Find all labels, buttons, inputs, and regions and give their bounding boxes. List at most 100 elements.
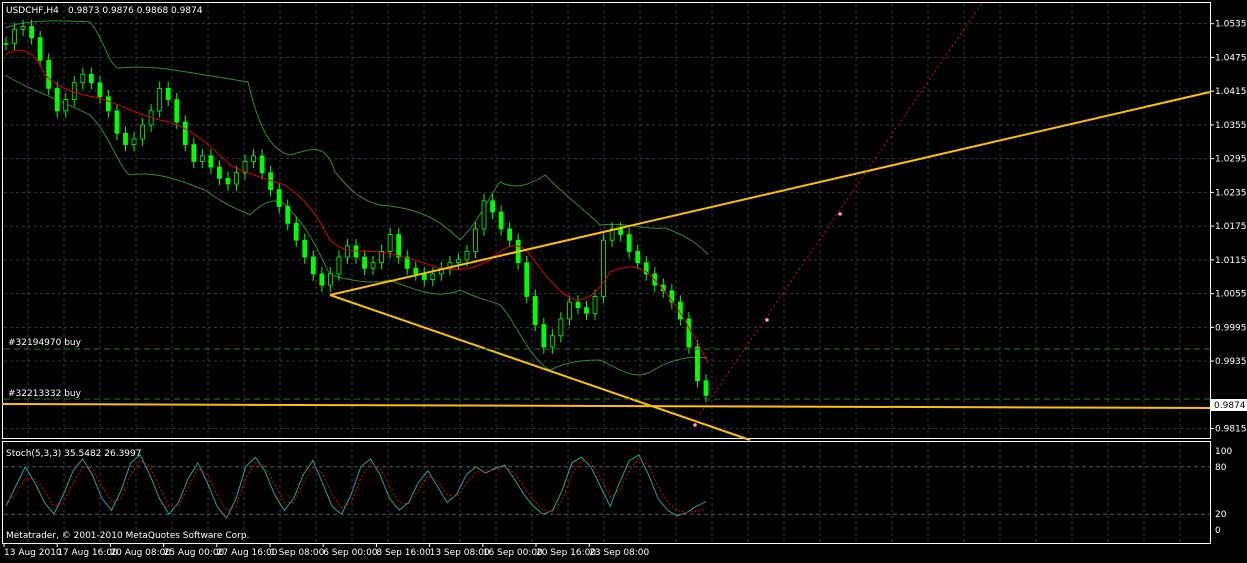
metatrader-chart-window[interactable]: USDCHF,H4 0.9873 0.9876 0.9868 0.9874 #3… [0,0,1247,559]
candle-body [327,273,333,286]
x-tick-label: 25 Aug 00:00 [164,548,225,558]
candle-body [114,110,120,134]
candle-body [165,87,171,100]
stoch-tick-label: 0 [1215,526,1221,536]
candle-body [140,124,145,140]
grid-lines [4,4,1210,542]
stoch-axis: 100 80 20 0 [1215,447,1232,536]
candle-body [686,318,692,348]
x-tick-label: 16 Sep 00:00 [483,548,543,558]
candle-body [29,26,35,39]
candle-body [174,99,180,123]
current-price-label: 0.9874 [1214,401,1246,411]
candle-body [601,239,606,297]
candle-body [473,228,478,252]
projection-line [693,2,983,427]
candle-body [635,251,641,264]
x-tick-label: 1 Sep 08:00 [270,548,325,558]
candle-body [626,234,632,252]
candle-body [293,222,299,241]
order-label-2: #32213332 buy [8,389,82,399]
candle-body [498,211,504,230]
candle-body [456,259,461,264]
candle-body [182,121,188,145]
candle-body [387,234,393,252]
candle-body [225,177,231,185]
y-tick-label: 1.0055 [1215,290,1247,300]
candle-body [276,189,282,207]
lower-trendline [329,294,751,441]
candle-body [370,262,376,269]
candle-body [208,155,214,168]
stochastic-oscillator [4,454,1210,520]
price-axis: 1.0535 1.0475 1.0415 1.0355 1.0295 1.0235 1.01… [1210,20,1247,435]
candle-body [20,26,26,30]
candle-body [464,251,470,261]
candle-body [430,273,436,280]
projection-point-1 [693,423,697,427]
candle-body [123,132,128,145]
chart-canvas[interactable]: USDCHF,H4 0.9873 0.9876 0.9868 0.9874 #3… [0,0,1247,559]
x-tick-label: 20 Sep 16:00 [536,548,596,558]
order-label-1: #32194970 buy [8,338,82,348]
candle-body [251,155,256,162]
candle-body [507,228,513,241]
candle-body [421,273,427,280]
candle-body [345,245,350,258]
candle-body [12,28,17,44]
candle-body [97,82,103,98]
x-tick-label: 13 Sep 08:00 [430,548,490,558]
projection-point-3 [838,212,842,216]
candle-body [532,296,538,325]
candle-body [302,239,308,258]
candle-body [285,206,291,224]
x-tick-label: 13 Aug 2010 [4,548,62,558]
candle-body [319,273,325,286]
horizontal-level [1,403,1211,409]
candle-body [413,267,419,275]
y-tick-label: 1.0235 [1215,188,1247,198]
candle-body [379,251,385,264]
candle-body [584,307,589,314]
candle-body [217,166,222,179]
candle-body [396,234,402,258]
ohlc-header: 0.9873 0.9876 0.9868 0.9874 [68,6,203,16]
candle-body [558,318,564,337]
y-tick-label: 1.0295 [1215,155,1247,165]
candle-body [37,37,43,61]
y-tick-label: 0.9815 [1215,425,1247,435]
projection-point-2 [765,318,769,322]
copyright-text: Metatrader, © 2001-2010 MetaQuotes Softw… [6,531,249,541]
y-tick-label: 1.0415 [1215,87,1247,97]
bollinger-bands [4,20,709,376]
candle-body [234,172,239,185]
candle-body [695,346,700,382]
stoch-tick-label: 80 [1215,463,1227,473]
time-axis: 13 Aug 201017 Aug 16:0020 Aug 08:0025 Au… [3,543,650,558]
candle-body [54,87,60,112]
price-candles [3,19,709,403]
candle-body [567,301,572,320]
stoch-tick-label: 20 [1215,510,1227,520]
candle-body [157,87,163,112]
candle-body [46,59,52,89]
y-tick-label: 0.9935 [1215,357,1247,367]
y-tick-label: 1.0175 [1215,222,1247,232]
x-tick-label: 27 Aug 16:00 [217,548,278,558]
candle-body [310,256,316,275]
candle-body [549,335,555,348]
x-tick-label: 8 Sep 16:00 [376,548,431,558]
candle-body [703,380,709,396]
candle-body [71,82,77,100]
candle-body [199,155,205,162]
symbol-header: USDCHF,H4 [6,6,59,16]
candle-body [524,262,530,297]
y-tick-label: 1.0475 [1215,53,1247,63]
candle-body [362,256,367,269]
stoch-panel-border [2,441,1211,544]
candle-body [575,301,581,309]
candle-body [592,296,598,314]
y-tick-label: 0.9995 [1215,323,1247,333]
candle-body [618,228,624,235]
x-tick-label: 23 Sep 08:00 [589,548,649,558]
